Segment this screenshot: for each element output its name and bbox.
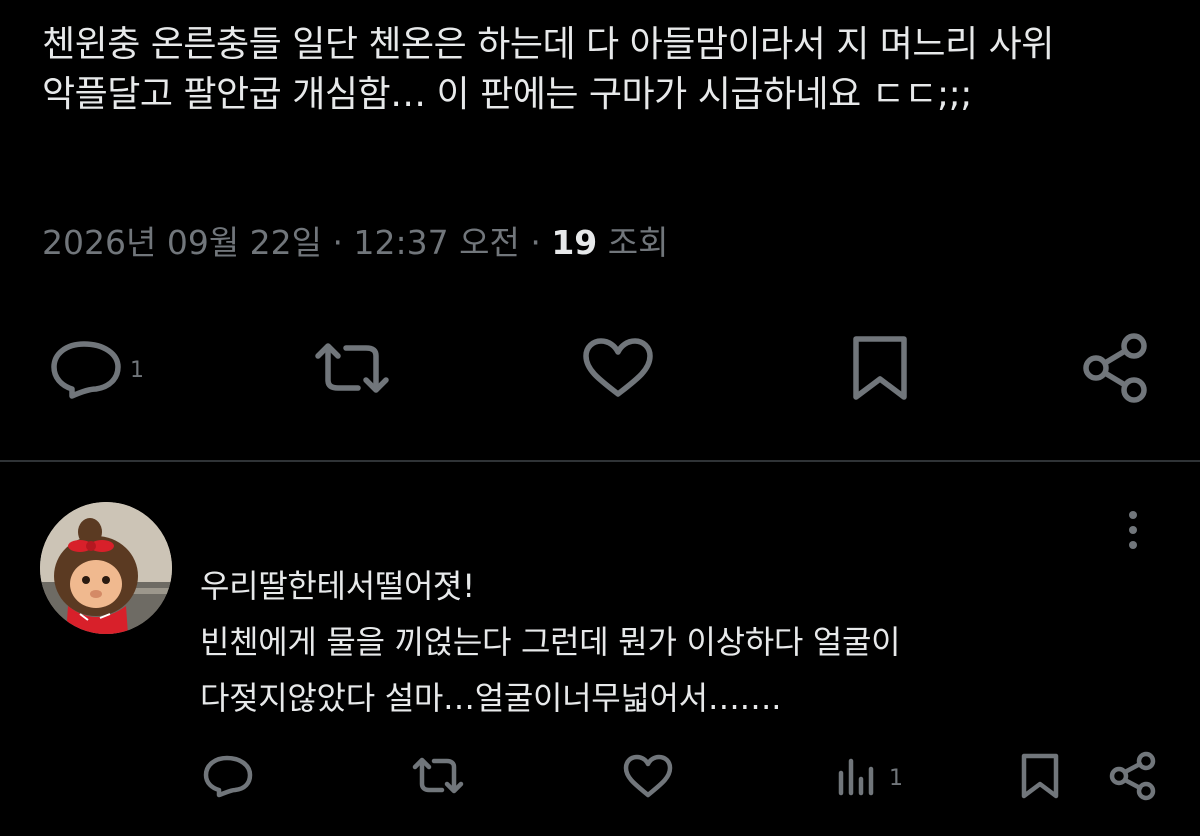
share-button[interactable] bbox=[1080, 330, 1152, 410]
reply-share-button[interactable] bbox=[1108, 748, 1158, 808]
more-dot bbox=[1129, 526, 1137, 534]
views-icon bbox=[835, 753, 879, 803]
more-dot bbox=[1129, 511, 1137, 519]
reply-like-button[interactable] bbox=[622, 748, 674, 808]
avatar[interactable] bbox=[40, 502, 172, 634]
retweet-button[interactable] bbox=[310, 330, 394, 410]
tweet-meta: 2026년 09월 22일 · 12:37 오전 · 19 조회 bbox=[42, 220, 668, 266]
reply-icon bbox=[202, 753, 254, 803]
views-count: 19 bbox=[551, 223, 598, 262]
meta-separator: · bbox=[519, 223, 552, 262]
like-icon bbox=[580, 336, 656, 404]
reply-views-button[interactable]: 1 bbox=[835, 748, 903, 808]
redacted-username bbox=[190, 482, 750, 552]
bookmark-icon bbox=[1018, 752, 1062, 804]
tweet-action-bar: 1 bbox=[0, 330, 1200, 410]
bookmark-icon bbox=[848, 334, 912, 406]
retweet-icon bbox=[310, 336, 394, 404]
share-icon bbox=[1080, 332, 1152, 408]
retweet-icon bbox=[410, 753, 466, 803]
reply-icon bbox=[48, 336, 124, 404]
reply-reply-button[interactable] bbox=[202, 748, 254, 808]
reply-text: 우리딸한테서떨어졋! 빈첸에게 물을 끼얹는다 그런데 뭔가 이상하다 얼굴이 … bbox=[200, 558, 1160, 726]
views-label: 조회 bbox=[597, 223, 669, 262]
reply-retweet-button[interactable] bbox=[410, 748, 466, 808]
reply-button[interactable]: 1 bbox=[48, 330, 144, 410]
reply-line: 빈첸에게 물을 끼얹는다 그런데 뭔가 이상하다 얼굴이 bbox=[200, 623, 901, 661]
reply-action-bar: 1 bbox=[0, 748, 1200, 808]
like-icon bbox=[622, 753, 674, 803]
like-button[interactable] bbox=[580, 330, 656, 410]
reply-line: 우리딸한테서떨어졋! bbox=[200, 567, 475, 605]
share-icon bbox=[1108, 751, 1158, 805]
bookmark-button[interactable] bbox=[848, 330, 912, 410]
reply-views-count: 1 bbox=[889, 765, 903, 791]
reply-tweet[interactable]: 우리딸한테서떨어졋! 빈첸에게 물을 끼얹는다 그런데 뭔가 이상하다 얼굴이 … bbox=[0, 462, 1200, 836]
reply-count: 1 bbox=[130, 357, 144, 383]
tweet-time[interactable]: 12:37 오전 bbox=[354, 223, 520, 262]
tweet-text: 첸윈충 온른충들 일단 첸온은 하는데 다 아들맘이라서 지 며느리 사위 악플… bbox=[42, 24, 1054, 115]
more-options-button[interactable] bbox=[1118, 507, 1148, 557]
reply-line: 다젖지않았다 설마…얼굴이너무넓어서……. bbox=[200, 679, 782, 717]
meta-separator: · bbox=[322, 223, 354, 262]
tweet-date[interactable]: 2026년 09월 22일 bbox=[42, 223, 322, 262]
reply-bookmark-button[interactable] bbox=[1018, 748, 1062, 808]
main-tweet: 첸윈충 온른충들 일단 첸온은 하는데 다 아들맘이라서 지 며느리 사위 악플… bbox=[0, 0, 1200, 460]
more-dot bbox=[1129, 541, 1137, 549]
